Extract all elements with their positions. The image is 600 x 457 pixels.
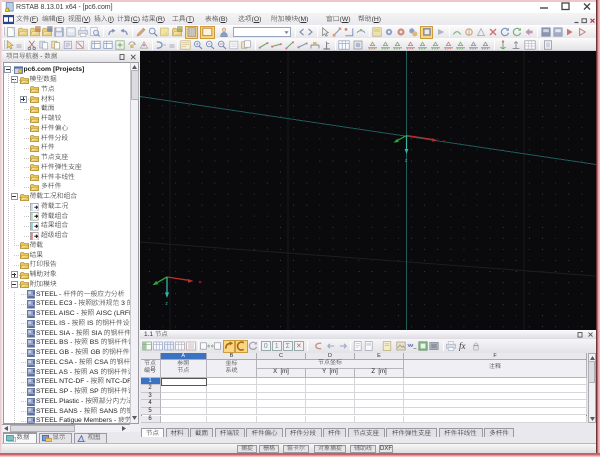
svg-text:z: z <box>165 301 168 307</box>
svg-text:z: z <box>405 158 408 164</box>
